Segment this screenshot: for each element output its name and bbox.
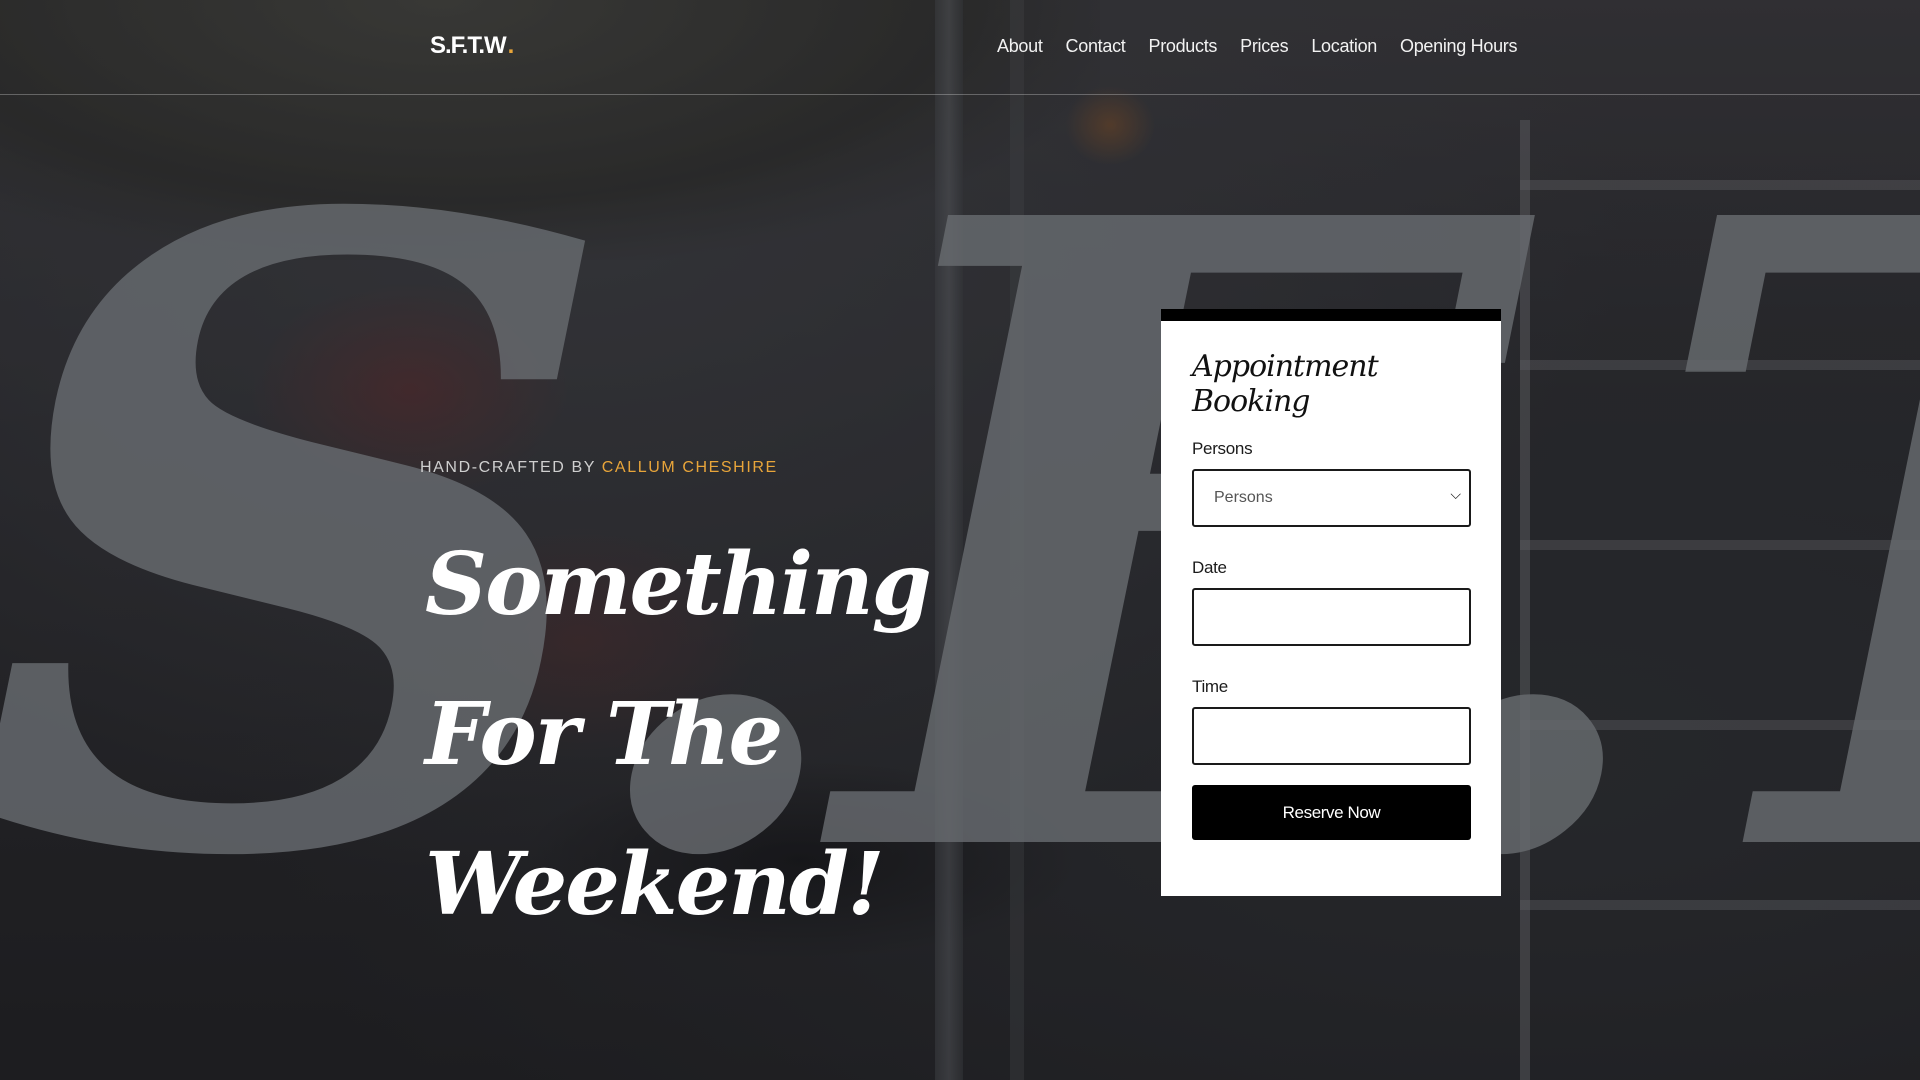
reserve-now-button[interactable]: Reserve Now xyxy=(1192,785,1471,840)
booking-title: Appointment Booking xyxy=(1192,349,1379,419)
nav-link-location[interactable]: Location xyxy=(1311,36,1377,56)
hero-headline: Something For The Weekend! xyxy=(425,534,932,935)
date-input[interactable] xyxy=(1192,588,1471,646)
time-input[interactable] xyxy=(1192,707,1471,765)
nav-item-products: Products xyxy=(1148,36,1217,57)
brand-logo[interactable]: S.F.T.W. xyxy=(430,32,515,60)
credit-prefix: HAND-CRAFTED BY xyxy=(420,459,596,476)
nav-item-prices: Prices xyxy=(1240,36,1289,57)
persons-selected-value: Persons xyxy=(1214,489,1273,506)
nav-item-location: Location xyxy=(1311,36,1377,57)
time-label: Time xyxy=(1192,677,1228,696)
nav-item-about: About xyxy=(997,36,1043,57)
nav-link-about[interactable]: About xyxy=(997,36,1043,56)
nav-link-prices[interactable]: Prices xyxy=(1240,36,1289,56)
nav-link-opening-hours[interactable]: Opening Hours xyxy=(1400,36,1517,56)
date-label: Date xyxy=(1192,558,1227,577)
background-shelf-rack xyxy=(1520,120,1920,1080)
credit-line: HAND-CRAFTED BY CALLUM CHESHIRE xyxy=(420,459,778,477)
nav-link-contact[interactable]: Contact xyxy=(1066,36,1126,56)
hero-section: S.F.T.W S.F.T.W. About Contact Products … xyxy=(0,0,1920,1080)
credit-author: CALLUM CHESHIRE xyxy=(601,459,778,476)
booking-card: Appointment Booking Persons Persons ⌵ Da… xyxy=(1161,309,1501,896)
brand-dot: . xyxy=(507,32,515,59)
brand-name: S.F.T.W xyxy=(430,32,507,59)
chevron-down-icon: ⌵ xyxy=(1450,486,1461,502)
top-navbar: S.F.T.W. About Contact Products Prices L… xyxy=(0,0,1920,95)
persons-select[interactable]: Persons ⌵ xyxy=(1192,469,1471,527)
nav-item-opening-hours: Opening Hours xyxy=(1400,36,1517,57)
background-flag xyxy=(1065,85,1155,165)
nav-menu: About Contact Products Prices Location O… xyxy=(997,36,1517,57)
persons-label: Persons xyxy=(1192,439,1253,458)
nav-item-contact: Contact xyxy=(1066,36,1126,57)
background-window-frame-thin xyxy=(1010,0,1024,1080)
nav-link-products[interactable]: Products xyxy=(1148,36,1217,56)
